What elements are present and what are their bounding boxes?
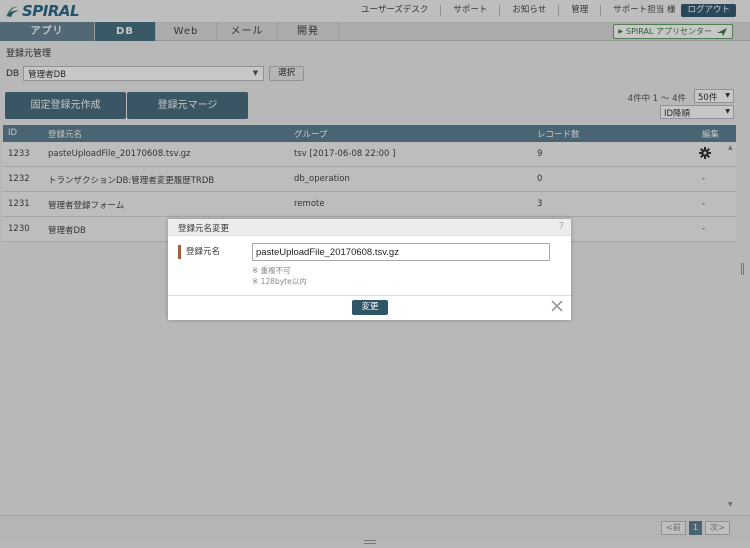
source-name-label: 登録元名 — [178, 245, 220, 259]
dialog-footer: 変更 — [168, 295, 571, 320]
note-no-duplicate: ※ 重複不可 — [252, 266, 291, 275]
note-max-length: ※ 128byte以内 — [252, 277, 307, 286]
rename-source-dialog: 登録元名変更 ? 登録元名 ※ 重複不可 ※ 128byte以内 変更 — [168, 219, 571, 320]
dialog-header: 登録元名変更 ? — [168, 219, 571, 236]
dialog-title: 登録元名変更 — [178, 224, 230, 234]
source-name-input[interactable] — [252, 243, 550, 261]
help-icon[interactable]: ? — [559, 221, 564, 232]
change-button[interactable]: 変更 — [352, 300, 388, 315]
close-icon[interactable] — [551, 300, 563, 312]
